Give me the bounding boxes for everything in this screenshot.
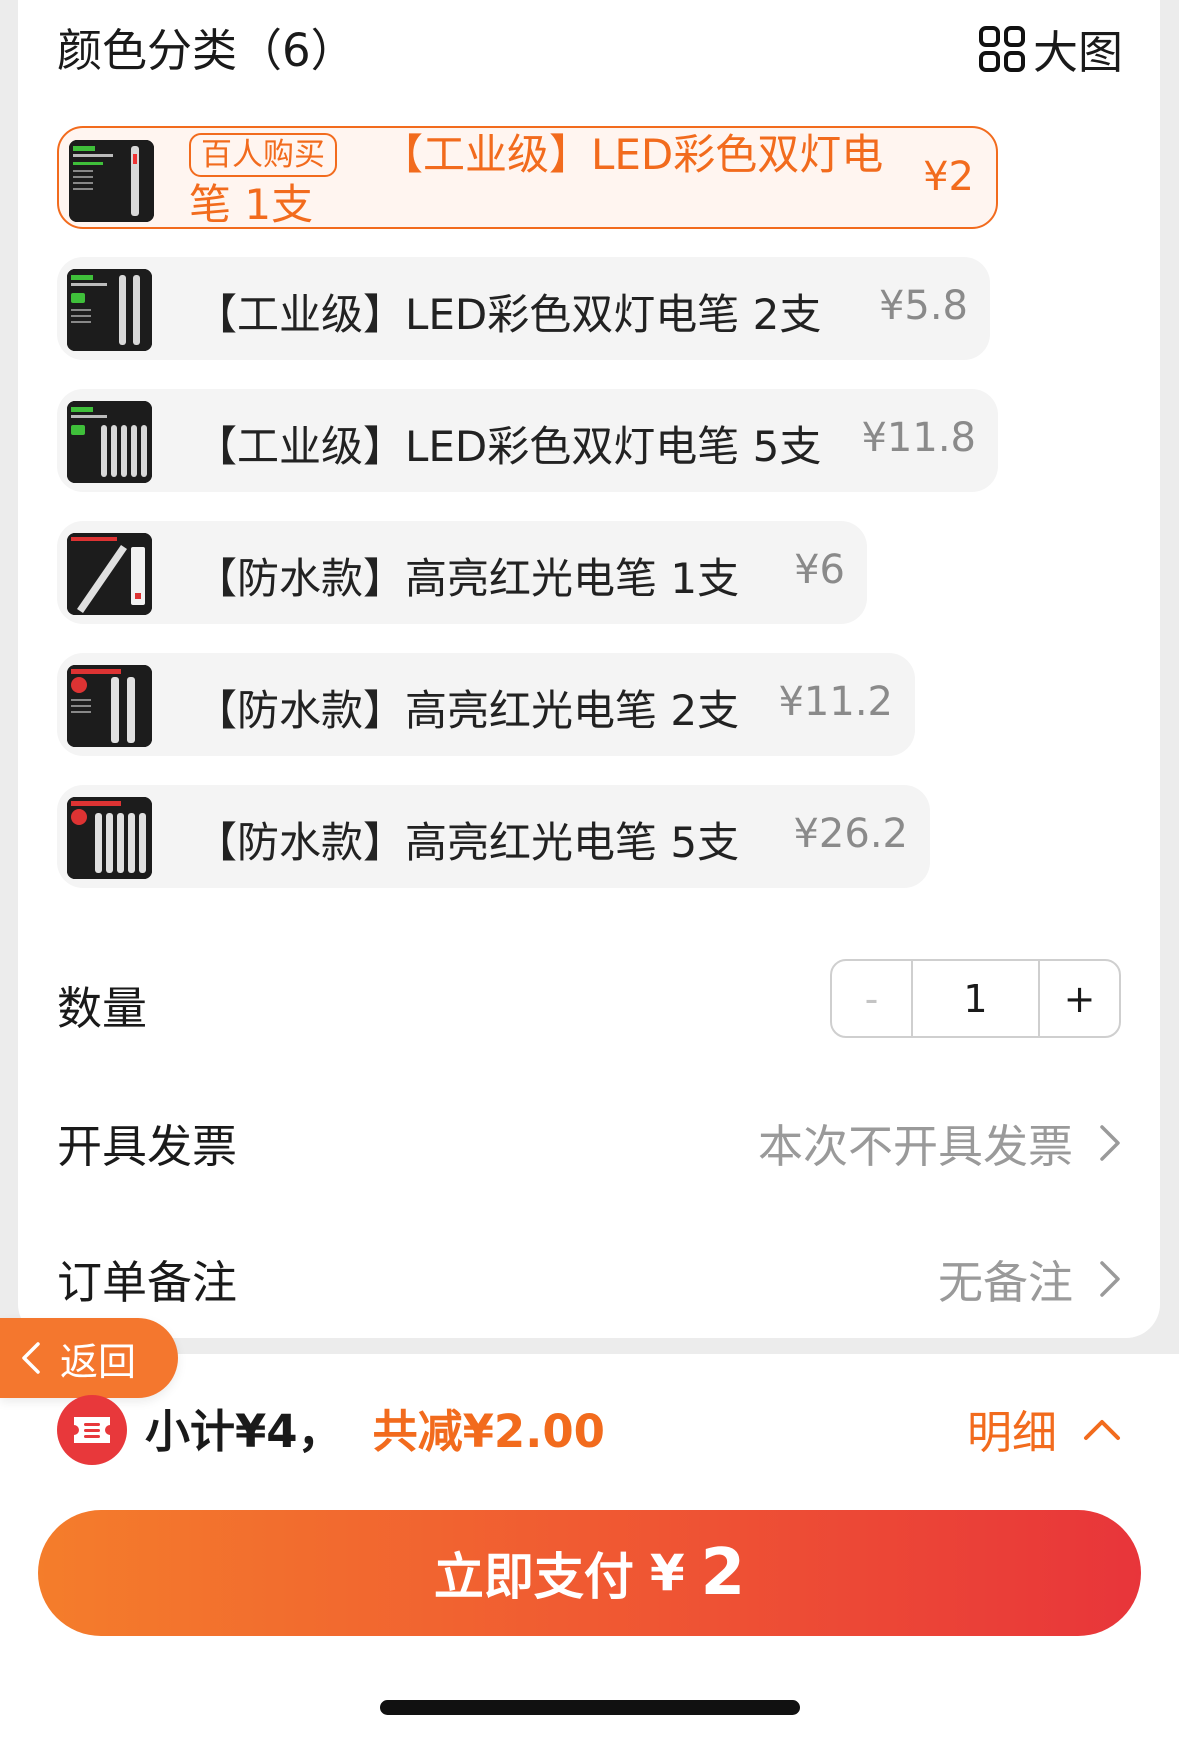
home-indicator[interactable] (380, 1700, 800, 1715)
product-thumbnail (67, 797, 152, 879)
invoice-value: 本次不开具发票 (757, 1120, 1073, 1173)
remark-row[interactable]: 无备注 (938, 1246, 1121, 1311)
reduction-text: 共减¥2.00 (372, 1405, 605, 1458)
pay-currency: ¥ (649, 1544, 685, 1602)
decrease-button[interactable]: - (832, 961, 913, 1036)
sku-option[interactable]: 【防水款】高亮红光电笔 1支 ¥6 (57, 521, 867, 624)
sku-option-label: 【防水款】高亮红光电笔 5支 (195, 818, 740, 867)
product-thumbnail (69, 140, 154, 222)
grid-icon (978, 25, 1025, 72)
remark-value: 无备注 (937, 1256, 1073, 1309)
back-button[interactable]: 返回 (0, 1318, 178, 1398)
sku-option[interactable]: 【工业级】LED彩色双灯电笔 2支 ¥5.8 (57, 257, 990, 360)
sku-option-label: 百人购买 【工业级】LED彩色双灯电笔 1支 (189, 130, 884, 229)
product-thumbnail (67, 533, 152, 615)
invoice-row[interactable]: 本次不开具发票 (758, 1110, 1121, 1175)
sku-option[interactable]: 【防水款】高亮红光电笔 5支 ¥26.2 (57, 785, 930, 888)
pay-amount: 2 (700, 1536, 746, 1610)
sku-option-price: ¥26.2 (793, 811, 908, 857)
big-view-button[interactable]: 大图 (977, 16, 1123, 81)
detail-toggle[interactable]: 明细 (967, 1396, 1121, 1461)
sku-option-label: 【工业级】LED彩色双灯电笔 5支 (195, 422, 822, 471)
sku-option-price: ¥2 (923, 154, 974, 200)
chevron-right-icon (1100, 1260, 1120, 1297)
price-summary: 小计¥4， 共减¥2.00 (145, 1395, 605, 1460)
sku-option-price: ¥11.2 (778, 679, 893, 725)
sku-option-label: 【工业级】LED彩色双灯电笔 2支 (195, 290, 822, 339)
sku-option-price: ¥5.8 (878, 283, 968, 329)
product-thumbnail (67, 665, 152, 747)
quantity-stepper: - 1 + (830, 959, 1121, 1038)
subtotal-text: 小计¥4， (145, 1405, 343, 1458)
sku-option[interactable]: 【工业级】LED彩色双灯电笔 5支 ¥11.8 (57, 389, 998, 492)
big-view-label: 大图 (1032, 26, 1123, 79)
chevron-right-icon (1100, 1124, 1120, 1161)
sku-option[interactable]: 百人购买 【工业级】LED彩色双灯电笔 1支 ¥2 (57, 126, 998, 229)
product-thumbnail (67, 401, 152, 483)
sku-option-label: 【防水款】高亮红光电笔 2支 (195, 686, 740, 735)
quantity-value[interactable]: 1 (913, 961, 1038, 1036)
sku-option-price: ¥6 (794, 547, 845, 593)
chevron-up-icon (1084, 1419, 1120, 1440)
back-label: 返回 (60, 1339, 137, 1384)
chevron-left-icon (22, 1342, 40, 1374)
sku-option-price: ¥11.8 (861, 415, 976, 461)
detail-label: 明细 (966, 1406, 1057, 1459)
product-thumbnail (67, 269, 152, 351)
remark-label: 订单备注 (57, 1256, 238, 1309)
popularity-badge: 百人购买 (189, 133, 337, 177)
sku-option-label: 【防水款】高亮红光电笔 1支 (195, 554, 740, 603)
pay-label: 立即支付 (433, 1548, 634, 1606)
section-title: 颜色分类（6） (57, 24, 356, 77)
coupon-icon (57, 1395, 127, 1465)
invoice-label: 开具发票 (57, 1120, 238, 1173)
pay-now-button[interactable]: 立即支付 ¥2 (38, 1510, 1141, 1636)
quantity-label: 数量 (57, 982, 148, 1035)
increase-button[interactable]: + (1038, 961, 1119, 1036)
sku-option[interactable]: 【防水款】高亮红光电笔 2支 ¥11.2 (57, 653, 915, 756)
